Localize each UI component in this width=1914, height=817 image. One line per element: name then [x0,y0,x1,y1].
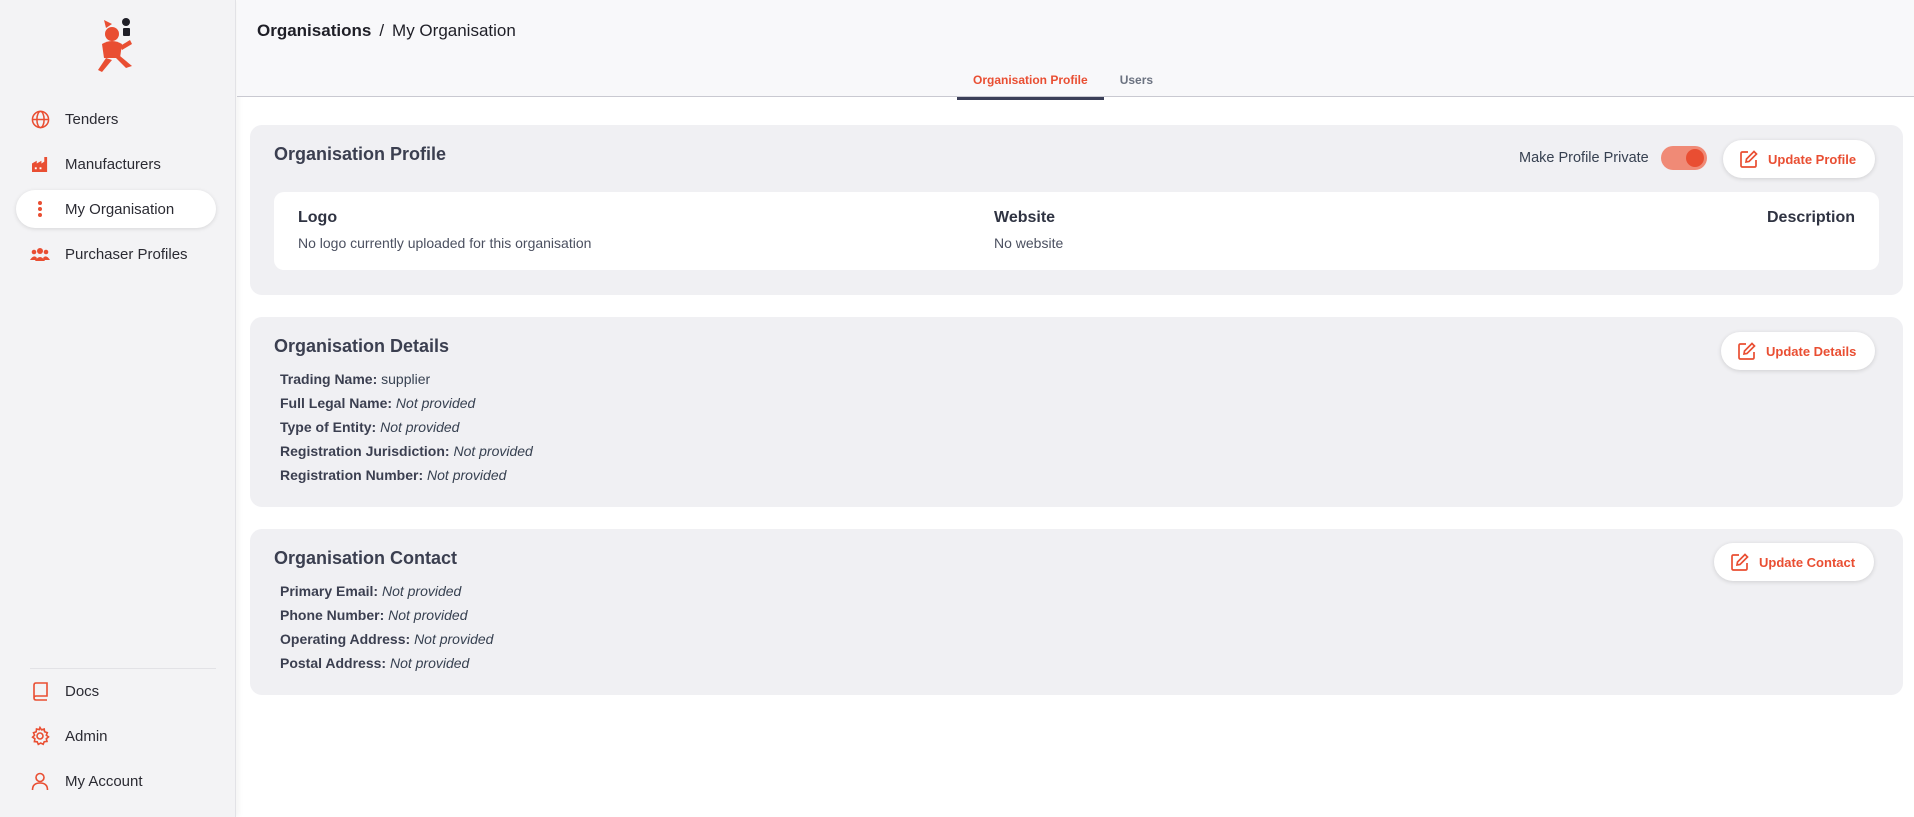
update-details-label: Update Details [1766,343,1857,359]
field-label: Phone Number: [280,607,385,623]
tab-bar: Organisation Profile Users [957,60,1169,100]
website-heading: Website [994,209,1056,226]
field-value: Not provided [414,631,494,647]
update-profile-label: Update Profile [1768,151,1857,167]
field-label: Primary Email: [280,583,379,599]
field-primary-email: Primary Email: Not provided [280,579,493,603]
sidebar-divider [30,668,216,669]
field-value: supplier [381,371,431,387]
logo-value: No logo currently uploaded for this orga… [298,235,592,251]
field-trading-name: Trading Name: supplier [280,367,533,391]
edit-icon [1738,342,1756,360]
website-column: Website No website [994,209,1063,251]
update-profile-button[interactable]: Update Profile [1723,140,1876,178]
sidebar-item-my-account[interactable]: My Account [16,762,216,800]
dots-vertical-icon [30,199,50,219]
field-label: Operating Address: [280,631,411,647]
breadcrumb-organisations-link[interactable]: Organisations [257,21,371,40]
organisation-contact-title: Organisation Contact [274,548,458,568]
logo-heading: Logo [298,209,338,226]
organisation-details-title: Organisation Details [274,336,450,356]
organisation-details-card: Organisation Details Update Details Trad… [250,317,1903,507]
field-value: Not provided [380,419,460,435]
sidebar-item-label: My Organisation [65,200,175,218]
field-full-legal-name: Full Legal Name: Not provided [280,391,533,415]
logo-column: Logo No logo currently uploaded for this… [298,209,591,251]
contact-fields: Primary Email: Not provided Phone Number… [280,579,493,675]
sidebar-nav-secondary: Docs Admin My Account [16,672,216,807]
sidebar-item-my-organisation[interactable]: My Organisation [16,190,216,228]
field-registration-number: Registration Number: Not provided [280,463,533,487]
field-value: Not provided [453,443,533,459]
sidebar-item-label: Admin [65,727,108,745]
field-operating-address: Operating Address: Not provided [280,627,493,651]
details-fields: Trading Name: supplier Full Legal Name: … [280,367,533,487]
organisation-profile-card: Organisation Profile Make Profile Privat… [250,125,1903,295]
organisation-profile-title: Organisation Profile [274,144,447,164]
make-profile-private-label: Make Profile Private [1519,150,1649,166]
sidebar-item-label: Tenders [65,110,119,128]
field-label: Registration Jurisdiction: [280,443,450,459]
globe-icon [30,109,50,129]
tab-users[interactable]: Users [1104,60,1169,100]
website-value: No website [994,235,1064,251]
sidebar-item-docs[interactable]: Docs [16,672,216,710]
field-value: Not provided [389,655,470,671]
organisation-contact-card: Organisation Contact Update Contact Prim… [250,529,1903,695]
factory-icon [30,154,50,174]
field-value: Not provided [381,583,462,599]
sidebar-item-admin[interactable]: Admin [16,717,216,755]
sidebar: Tenders Manufacturers My Organisation Pu… [0,0,236,817]
update-contact-button[interactable]: Update Contact [1714,543,1875,581]
field-label: Postal Address: [280,655,387,671]
description-column: Description [1767,209,1855,235]
tab-organisation-profile[interactable]: Organisation Profile [957,60,1104,100]
field-label: Registration Number: [280,467,424,483]
book-icon [30,681,50,701]
field-value: Not provided [427,467,507,483]
profile-summary-panel: Logo No logo currently uploaded for this… [274,192,1879,270]
sidebar-item-purchaser-profiles[interactable]: Purchaser Profiles [16,235,216,273]
edit-icon [1740,150,1758,168]
sidebar-item-label: My Account [65,772,143,790]
breadcrumb-current: My Organisation [392,21,516,40]
field-registration-jurisdiction: Registration Jurisdiction: Not provided [280,439,533,463]
toggle-knob [1685,149,1704,167]
field-postal-address: Postal Address: Not provided [280,651,493,675]
sidebar-item-label: Docs [65,682,100,700]
breadcrumb-separator: / [379,21,385,40]
gear-icon [30,726,50,746]
description-heading: Description [1766,209,1855,226]
field-value: Not provided [388,607,468,623]
private-profile-control: Make Profile Private [1519,146,1707,170]
field-value: Not provided [395,395,476,411]
field-phone-number: Phone Number: Not provided [280,603,493,627]
field-label: Full Legal Name: [280,395,393,411]
app-logo[interactable] [92,14,142,76]
field-type-of-entity: Type of Entity: Not provided [280,415,533,439]
sidebar-item-tenders[interactable]: Tenders [16,100,216,138]
edit-icon [1731,553,1749,571]
page-header: Organisations / My Organisation Organisati… [237,0,1914,100]
breadcrumb: Organisations / My Organisation [257,21,516,41]
users-group-icon [30,244,50,264]
sidebar-item-label: Manufacturers [65,155,161,173]
sidebar-item-manufacturers[interactable]: Manufacturers [16,145,216,183]
sidebar-nav-main: Tenders Manufacturers My Organisation Pu… [16,100,216,280]
update-details-button[interactable]: Update Details [1721,332,1876,370]
make-profile-private-toggle[interactable] [1660,146,1707,170]
field-label: Type of Entity: [280,419,377,435]
sidebar-item-label: Purchaser Profiles [65,245,188,263]
field-label: Trading Name: [280,371,378,387]
user-icon [30,771,50,791]
update-contact-label: Update Contact [1759,554,1856,570]
